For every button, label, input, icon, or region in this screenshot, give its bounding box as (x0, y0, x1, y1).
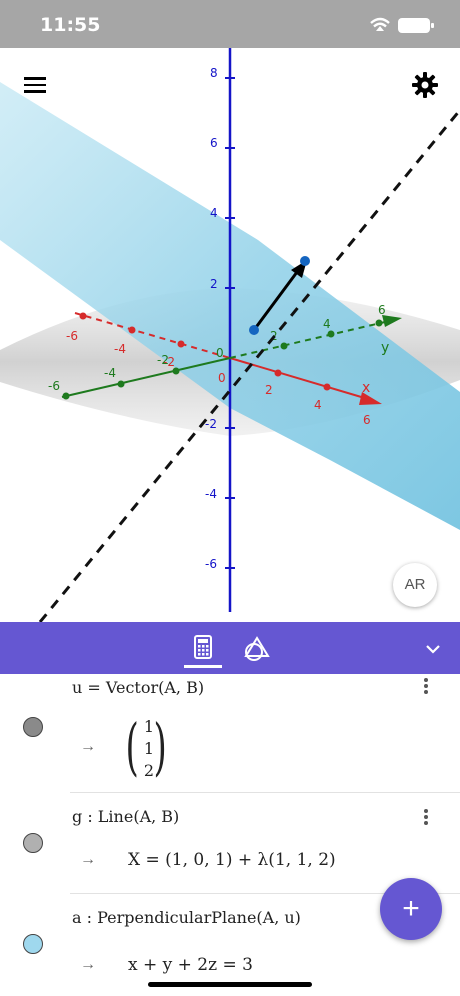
point-a[interactable] (249, 325, 259, 335)
algebra-definition[interactable]: u = Vector(A, B) (72, 678, 204, 697)
z-tick-minus-6: -6 (205, 557, 217, 571)
z-axis-label: z (238, 48, 245, 50)
z-tick-2: 2 (210, 277, 218, 291)
status-bar: 11:55 (0, 0, 460, 48)
settings-button[interactable] (410, 70, 440, 100)
y-tick-4: 4 (323, 317, 331, 331)
x-axis-label: x (362, 380, 370, 396)
vector-entry: 2 (143, 761, 155, 780)
tab-tools[interactable] (238, 632, 276, 666)
ar-button[interactable]: AR (393, 563, 437, 607)
graphics-canvas[interactable]: z 8 6 4 2 -2 -4 -6 -6 -4 -2 0 2 4 6 x (0, 48, 460, 622)
y-tick-minus-4: -4 (104, 366, 116, 380)
vector-entry: 1 (143, 739, 155, 758)
algebra-definition[interactable]: g : Line(A, B) (72, 807, 179, 826)
y-tick-minus-6: -6 (48, 379, 60, 393)
menu-icon (24, 77, 46, 80)
visibility-toggle[interactable] (23, 717, 43, 737)
item-options-button[interactable] (422, 807, 430, 827)
y-axis-label: y (381, 340, 389, 356)
collapse-button[interactable] (420, 636, 446, 662)
menu-button[interactable] (22, 74, 50, 96)
x-tick-2: 2 (265, 383, 273, 397)
z-tick-8: 8 (210, 66, 218, 80)
y-tick-minus-2: -2 (157, 353, 169, 367)
wifi-icon (370, 17, 434, 33)
line-equation: X = (1, 0, 1) + λ(1, 1, 2) (128, 850, 336, 870)
output-arrow: → (80, 956, 96, 973)
status-time: 11:55 (40, 14, 101, 36)
x-tick-0: 0 (218, 371, 226, 385)
z-tick-4: 4 (210, 206, 218, 220)
visibility-toggle[interactable] (23, 934, 43, 954)
plane-equation: x + y + 2z = 3 (128, 955, 253, 975)
add-input-button[interactable]: + (380, 878, 442, 940)
view-toolbar (0, 622, 460, 674)
output-arrow: → (80, 738, 96, 755)
point-b[interactable] (300, 256, 310, 266)
algebra-view[interactable]: u = Vector(A, B) → ( ) 1 1 2 g : Line(A,… (0, 674, 460, 996)
algebra-item-u[interactable]: u = Vector(A, B) → ( ) 1 1 2 (0, 674, 460, 792)
algebra-definition[interactable]: a : PerpendicularPlane(A, u) (72, 908, 301, 927)
active-tab-indicator (184, 665, 222, 668)
status-icons (368, 15, 438, 35)
x-tick-minus-6: -6 (66, 329, 78, 343)
x-tick-minus-4: -4 (114, 342, 126, 356)
graphics-3d-view[interactable]: z 8 6 4 2 -2 -4 -6 -6 -4 -2 0 2 4 6 x (0, 48, 460, 622)
calculator-icon (194, 635, 212, 659)
item-options-button[interactable] (422, 676, 430, 696)
x-tick-4: 4 (314, 398, 322, 412)
algebra-item-g[interactable]: g : Line(A, B) → X = (1, 0, 1) + λ(1, 1,… (0, 793, 460, 893)
output-arrow: → (80, 851, 96, 868)
shapes-icon (244, 636, 270, 661)
z-tick-6: 6 (210, 136, 218, 150)
x-tick-6: 6 (363, 413, 371, 427)
visibility-toggle[interactable] (23, 833, 43, 853)
chevron-down-icon (426, 645, 440, 654)
y-tick-0: 0 (216, 346, 224, 360)
vector-value: ( ) 1 1 2 (125, 710, 167, 783)
gear-icon (412, 72, 438, 98)
battery-icon (398, 18, 434, 33)
y-tick-6: 6 (378, 303, 386, 317)
vector-entry: 1 (143, 717, 155, 736)
z-tick-minus-4: -4 (205, 487, 217, 501)
z-tick-minus-2: -2 (205, 417, 217, 431)
tab-algebra[interactable] (184, 632, 222, 670)
home-indicator (148, 982, 312, 987)
